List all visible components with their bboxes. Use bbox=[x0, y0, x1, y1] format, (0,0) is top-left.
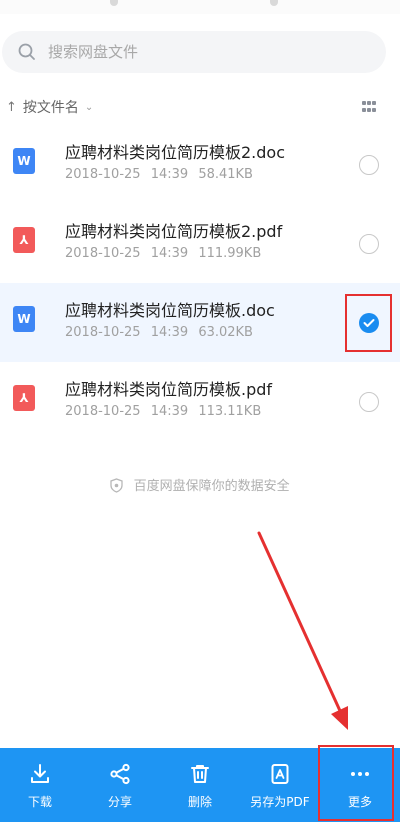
file-time: 14:39 bbox=[150, 167, 189, 182]
more-highlight-annotation bbox=[318, 745, 394, 821]
save-as-pdf-label: 另存为PDF bbox=[250, 794, 310, 809]
file-size: 58.41KB bbox=[198, 167, 253, 182]
share-button[interactable]: 分享 bbox=[80, 748, 160, 822]
file-time: 14:39 bbox=[150, 404, 189, 419]
file-row[interactable]: ⅄ 应聘材料类岗位简历模板2.pdf 2018-10-25 14:39 111.… bbox=[0, 204, 400, 283]
file-row[interactable]: ⅄ 应聘材料类岗位简历模板.pdf 2018-10-25 14:39 113.1… bbox=[0, 362, 400, 441]
file-list: W 应聘材料类岗位简历模板2.doc 2018-10-25 14:39 58.4… bbox=[0, 125, 400, 441]
search-bar[interactable] bbox=[2, 31, 386, 73]
file-name: 应聘材料类岗位简历模板2.doc bbox=[65, 143, 286, 162]
safety-notice: 百度网盘保障你的数据安全 bbox=[0, 475, 400, 494]
pdf-file-icon: ⅄ bbox=[13, 227, 35, 253]
select-checkbox[interactable] bbox=[359, 155, 379, 175]
download-button[interactable]: 下载 bbox=[0, 748, 80, 822]
file-name: 应聘材料类岗位简历模板.pdf bbox=[65, 380, 273, 399]
delete-label: 删除 bbox=[187, 794, 212, 809]
doc-file-icon: W bbox=[13, 306, 35, 332]
safety-notice-text: 百度网盘保障你的数据安全 bbox=[133, 479, 290, 494]
pdf-icon bbox=[267, 761, 293, 787]
download-icon bbox=[27, 761, 53, 787]
status-indicator bbox=[110, 0, 118, 6]
share-icon bbox=[107, 761, 133, 787]
file-date: 2018-10-25 bbox=[65, 167, 141, 182]
doc-file-icon: W bbox=[13, 148, 35, 174]
file-date: 2018-10-25 bbox=[65, 325, 141, 340]
search-input[interactable] bbox=[48, 43, 348, 61]
file-time: 14:39 bbox=[150, 246, 189, 261]
sort-bar: ↑ 按文件名 ⌄ bbox=[0, 93, 400, 121]
trash-icon bbox=[187, 761, 213, 787]
file-size: 111.99KB bbox=[198, 246, 262, 261]
save-as-pdf-button[interactable]: 另存为PDF bbox=[240, 748, 320, 822]
file-row-selected[interactable]: W 应聘材料类岗位简历模板.doc 2018-10-25 14:39 63.02… bbox=[0, 283, 400, 362]
search-icon bbox=[18, 43, 35, 60]
pdf-file-icon: ⅄ bbox=[13, 385, 35, 411]
file-size: 113.11KB bbox=[198, 404, 262, 419]
select-checkbox[interactable] bbox=[359, 234, 379, 254]
sort-arrow-icon: ↑ bbox=[6, 99, 17, 115]
download-label: 下载 bbox=[27, 794, 52, 809]
file-meta: 2018-10-25 14:39 63.02KB bbox=[65, 325, 253, 340]
status-bar-remnant bbox=[0, 0, 400, 14]
file-date: 2018-10-25 bbox=[65, 404, 141, 419]
grid-view-icon[interactable] bbox=[362, 101, 376, 113]
file-name: 应聘材料类岗位简历模板.doc bbox=[65, 301, 275, 320]
checkbox-highlight-annotation bbox=[345, 294, 392, 352]
file-time: 14:39 bbox=[150, 325, 189, 340]
select-checkbox[interactable] bbox=[359, 392, 379, 412]
share-label: 分享 bbox=[107, 794, 132, 809]
file-size: 63.02KB bbox=[198, 325, 253, 340]
status-indicator bbox=[270, 0, 278, 6]
shield-icon bbox=[110, 478, 124, 493]
file-name: 应聘材料类岗位简历模板2.pdf bbox=[65, 222, 283, 241]
file-date: 2018-10-25 bbox=[65, 246, 141, 261]
sort-label: 按文件名 bbox=[22, 100, 79, 116]
file-meta: 2018-10-25 14:39 111.99KB bbox=[65, 246, 261, 261]
chevron-down-icon: ⌄ bbox=[84, 101, 94, 113]
file-meta: 2018-10-25 14:39 58.41KB bbox=[65, 167, 253, 182]
file-row[interactable]: W 应聘材料类岗位简历模板2.doc 2018-10-25 14:39 58.4… bbox=[0, 125, 400, 204]
delete-button[interactable]: 删除 bbox=[160, 748, 240, 822]
file-meta: 2018-10-25 14:39 113.11KB bbox=[65, 404, 261, 419]
sort-by-name-button[interactable]: ↑ 按文件名 ⌄ bbox=[6, 97, 93, 117]
